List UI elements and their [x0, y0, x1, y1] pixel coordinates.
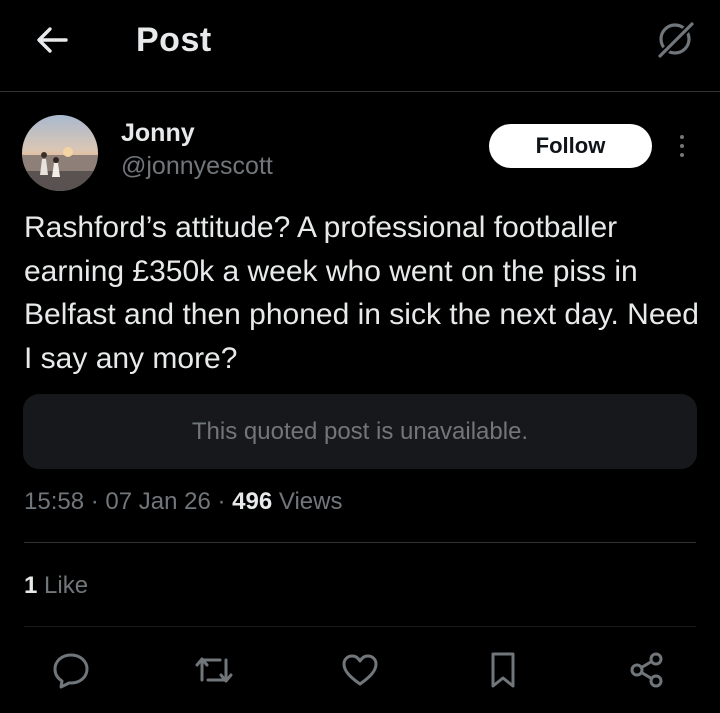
share-button[interactable] — [622, 645, 672, 695]
bookmark-icon — [491, 652, 515, 688]
back-button[interactable] — [30, 22, 74, 58]
like-button[interactable] — [335, 645, 385, 695]
author-handle[interactable]: @jonnyescott — [121, 150, 273, 182]
meta-separator: · — [90, 488, 99, 515]
avatar-image — [22, 115, 98, 191]
arrow-left-icon — [37, 27, 68, 53]
post-text: Rashford’s attitude? A professional foot… — [24, 211, 699, 375]
divider — [24, 626, 696, 627]
more-vertical-icon-dot — [680, 153, 684, 157]
more-vertical-icon-dot — [680, 135, 684, 139]
likes-label: Like — [44, 572, 89, 599]
author-name[interactable]: Jonny — [121, 117, 195, 149]
likes-summary[interactable]: 1 Like — [24, 569, 88, 603]
repost-icon — [195, 657, 233, 683]
share-icon — [630, 652, 663, 688]
more-vertical-icon-dot — [680, 144, 684, 148]
bookmark-button[interactable] — [478, 645, 528, 695]
quote-unavailable-text: This quoted post is unavailable. — [191, 417, 529, 445]
repost-button[interactable] — [189, 645, 239, 695]
meta-separator: · — [217, 488, 226, 515]
views-count: 496 — [232, 488, 273, 515]
grok-button[interactable] — [652, 16, 698, 62]
grok-icon — [656, 20, 696, 60]
more-options-button[interactable] — [670, 128, 694, 164]
follow-button[interactable]: Follow — [489, 124, 652, 168]
reply-icon — [53, 653, 89, 689]
heart-icon — [342, 654, 378, 686]
action-bar — [0, 645, 720, 695]
post-date[interactable]: 07 Jan 26 — [105, 488, 210, 515]
divider — [24, 542, 696, 543]
avatar[interactable] — [22, 115, 98, 191]
views-label: Views — [278, 488, 343, 515]
quoted-post-unavailable: This quoted post is unavailable. — [23, 394, 697, 469]
page-title: Post — [136, 21, 212, 59]
post-time[interactable]: 15:58 — [24, 488, 84, 515]
likes-count: 1 — [24, 572, 38, 599]
reply-button[interactable] — [46, 645, 96, 695]
post-meta: 15:58 · 07 Jan 26 · 496 Views — [24, 484, 342, 520]
top-bar: Post — [0, 0, 720, 92]
